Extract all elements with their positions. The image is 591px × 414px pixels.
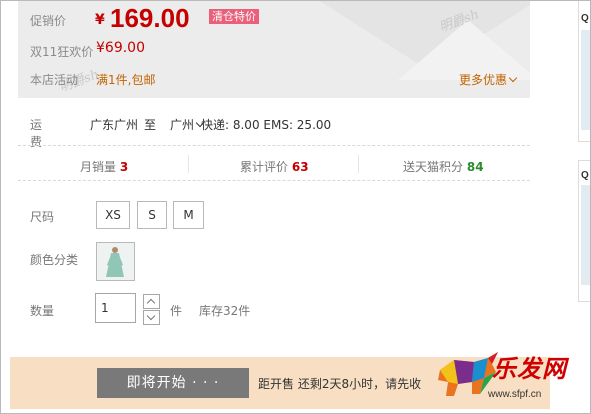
currency-symbol: ¥	[95, 12, 105, 28]
size-option-m[interactable]: M	[173, 201, 204, 229]
quantity-label: 数量	[30, 304, 55, 318]
tmall-points: 送天猫积分 84	[403, 158, 484, 175]
double11-price-label: 双11狂欢价	[30, 45, 94, 59]
tmall-points-value: 84	[466, 160, 484, 174]
review-count-value: 63	[291, 160, 309, 174]
review-count[interactable]: 累计评价 63	[240, 158, 309, 175]
size-option-s[interactable]: S	[137, 201, 167, 229]
store-activity-text: 满1件,包邮	[96, 73, 156, 87]
divider	[18, 180, 530, 181]
sale-countdown: 距开售 还剩2天8小时，请先收	[258, 377, 422, 391]
more-promos-label: 更多优惠	[459, 73, 508, 87]
promo-price-label: 促销价	[30, 14, 67, 28]
quantity-decrease-button[interactable]	[143, 310, 160, 325]
color-label: 颜色分类	[30, 253, 79, 267]
shipping-origin: 广东广州	[90, 118, 139, 132]
dress-image	[97, 243, 134, 280]
size-option-xs[interactable]: XS	[96, 201, 130, 229]
more-promos-link[interactable]: 更多优惠	[459, 71, 518, 88]
coming-soon-button[interactable]: 即将开始 · · ·	[97, 368, 249, 398]
divider	[358, 155, 359, 173]
monthly-sales-value: 3	[119, 160, 129, 174]
shipping-fees: 快递: 8.00 EMS: 25.00	[201, 118, 332, 132]
double11-price: ¥69.00	[96, 40, 145, 56]
chevron-down-icon	[508, 73, 518, 83]
destination-selector[interactable]: 广州	[170, 116, 205, 133]
chevron-up-icon	[146, 298, 156, 308]
size-label: 尺码	[30, 210, 55, 224]
side-panel-image	[581, 30, 591, 130]
shipping-to-label: 至	[144, 118, 157, 132]
side-panel-marker: Q	[581, 13, 589, 24]
destination-label: 广州	[170, 118, 195, 132]
store-activity-label: 本店活动	[30, 73, 79, 87]
quantity-unit: 件	[170, 304, 183, 318]
monthly-sales: 月销量 3	[80, 158, 128, 175]
clearance-badge: 清仓特价	[209, 9, 259, 24]
divider	[18, 145, 530, 146]
divider	[188, 155, 189, 173]
site-logo-url: www.sfpf.cn	[488, 389, 542, 400]
side-panel-image	[581, 185, 591, 285]
site-logo-text: 乐发网	[492, 354, 567, 383]
chevron-down-icon	[146, 311, 156, 321]
stock-count: 库存32件	[199, 304, 251, 318]
quantity-increase-button[interactable]	[143, 294, 160, 309]
quantity-input[interactable]: 1	[95, 293, 136, 323]
monthly-sales-label: 月销量	[80, 160, 117, 174]
review-count-label: 累计评价	[240, 160, 289, 174]
tmall-points-label: 送天猫积分	[403, 160, 464, 174]
promo-price: 169.00	[110, 3, 190, 33]
color-option-thumbnail[interactable]	[96, 242, 135, 281]
side-panel-marker: Q	[581, 170, 589, 181]
